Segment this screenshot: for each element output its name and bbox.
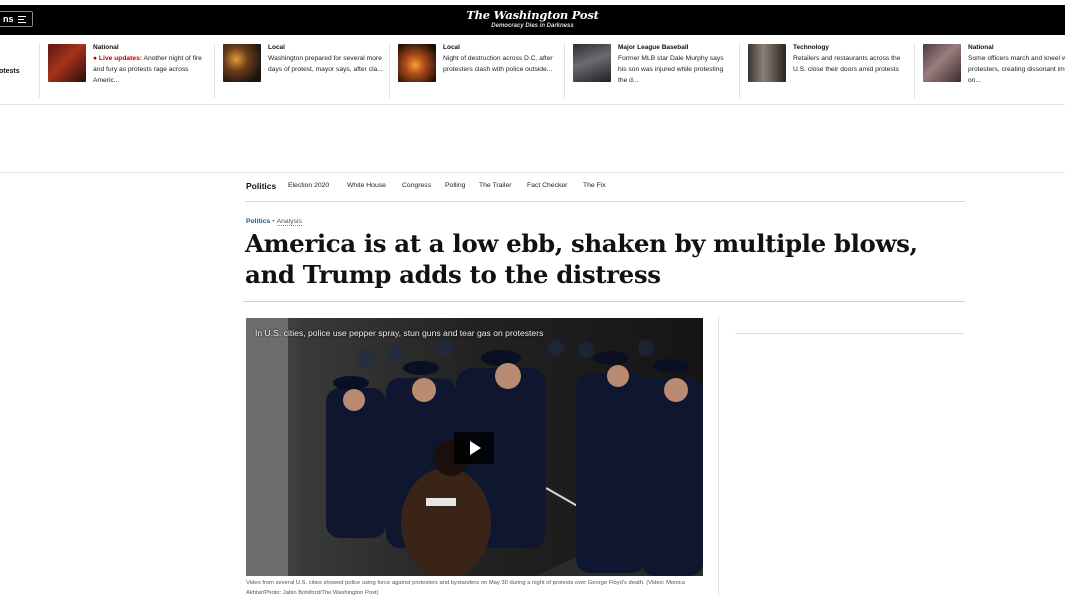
headline-rail: otests National ● Live updates: Another … (0, 42, 1065, 100)
rail-headline[interactable]: ● Live updates: Another night of fire an… (93, 54, 208, 86)
rail-thumbnail[interactable] (748, 44, 786, 82)
subnav-link-the-trailer[interactable]: The Trailer (479, 182, 511, 189)
rail-thumbnail[interactable] (573, 44, 611, 82)
rail-headline[interactable]: Former MLB star Dale Murphy says his son… (618, 54, 733, 86)
section-subnav: Politics Election 2020 White House Congr… (246, 181, 964, 197)
masthead[interactable]: The Washington Post Democracy Dies in Da… (0, 8, 1065, 29)
video-title[interactable]: In U.S. cities, police use pepper spray,… (255, 328, 543, 338)
rail-headline[interactable]: Washington prepared for several more day… (268, 54, 383, 76)
rail-item[interactable]: Major League Baseball Former MLB star Da… (565, 42, 740, 98)
rail-item[interactable]: Technology Retailers and restaurants acr… (740, 42, 915, 98)
subnav-divider-line (245, 201, 965, 202)
rail-kicker[interactable]: Technology (793, 44, 829, 51)
top-bar: ns The Washington Post Democracy Dies in… (0, 5, 1065, 35)
rail-headline[interactable]: Retailers and restaurants across the U.S… (793, 54, 908, 76)
subnav-link-congress[interactable]: Congress (402, 182, 431, 189)
rail-thumbnail[interactable] (48, 44, 86, 82)
headline-divider-line (243, 301, 965, 302)
kicker-separator: • (272, 218, 275, 225)
subnav-link-fact-checker[interactable]: Fact Checker (527, 182, 567, 189)
sidebar-divider-line (718, 316, 719, 596)
rail-kicker[interactable]: Local (443, 44, 460, 51)
rail-thumbnail[interactable] (923, 44, 961, 82)
rail-item[interactable]: Local Washington prepared for several mo… (215, 42, 390, 98)
sidebar-top-line (735, 333, 964, 334)
subnav-home-link[interactable]: Politics (246, 181, 276, 191)
rail-item[interactable]: Local Night of destruction across D.C. a… (390, 42, 565, 98)
rail-clipped-headline[interactable]: otests (0, 68, 20, 75)
site-tagline: Democracy Dies in Darkness (491, 23, 574, 29)
subnav-link-white-house[interactable]: White House (347, 182, 386, 189)
play-icon (470, 441, 481, 455)
ad-slot-divider-line (0, 172, 1065, 173)
rail-divider-line (0, 104, 1065, 105)
rail-headline[interactable]: Night of destruction across D.C. after p… (443, 54, 558, 76)
live-updates-label: Live updates: (98, 55, 143, 62)
article-kicker: Politics • Analysis (246, 218, 302, 226)
subnav-link-polling[interactable]: Polling (445, 182, 465, 189)
video-caption: Video from several U.S. cities showed po… (246, 580, 685, 596)
rail-item[interactable]: National ● Live updates: Another night o… (40, 42, 215, 98)
rail-thumbnail[interactable] (398, 44, 436, 82)
play-button[interactable] (454, 432, 494, 464)
rail-kicker[interactable]: Major League Baseball (618, 44, 688, 51)
rail-kicker[interactable]: National (93, 44, 119, 51)
article-headline: America is at a low ebb, shaken by multi… (245, 229, 918, 289)
article-section-link[interactable]: Politics (246, 218, 270, 225)
rail-thumbnail[interactable] (223, 44, 261, 82)
subnav-link-election-2020[interactable]: Election 2020 (288, 182, 329, 189)
site-logo[interactable]: The Washington Post (0, 8, 1065, 22)
rail-headline[interactable]: Some officers march and kneel with prote… (968, 54, 1065, 86)
rail-item[interactable]: National Some officers march and kneel w… (915, 42, 1065, 98)
live-dot-icon: ● (93, 55, 98, 62)
subnav-link-the-fix[interactable]: The Fix (583, 182, 606, 189)
rail-kicker[interactable]: National (968, 44, 994, 51)
video-player[interactable]: In U.S. cities, police use pepper spray,… (246, 318, 703, 576)
rail-kicker[interactable]: Local (268, 44, 285, 51)
article-label[interactable]: Analysis (276, 218, 302, 226)
